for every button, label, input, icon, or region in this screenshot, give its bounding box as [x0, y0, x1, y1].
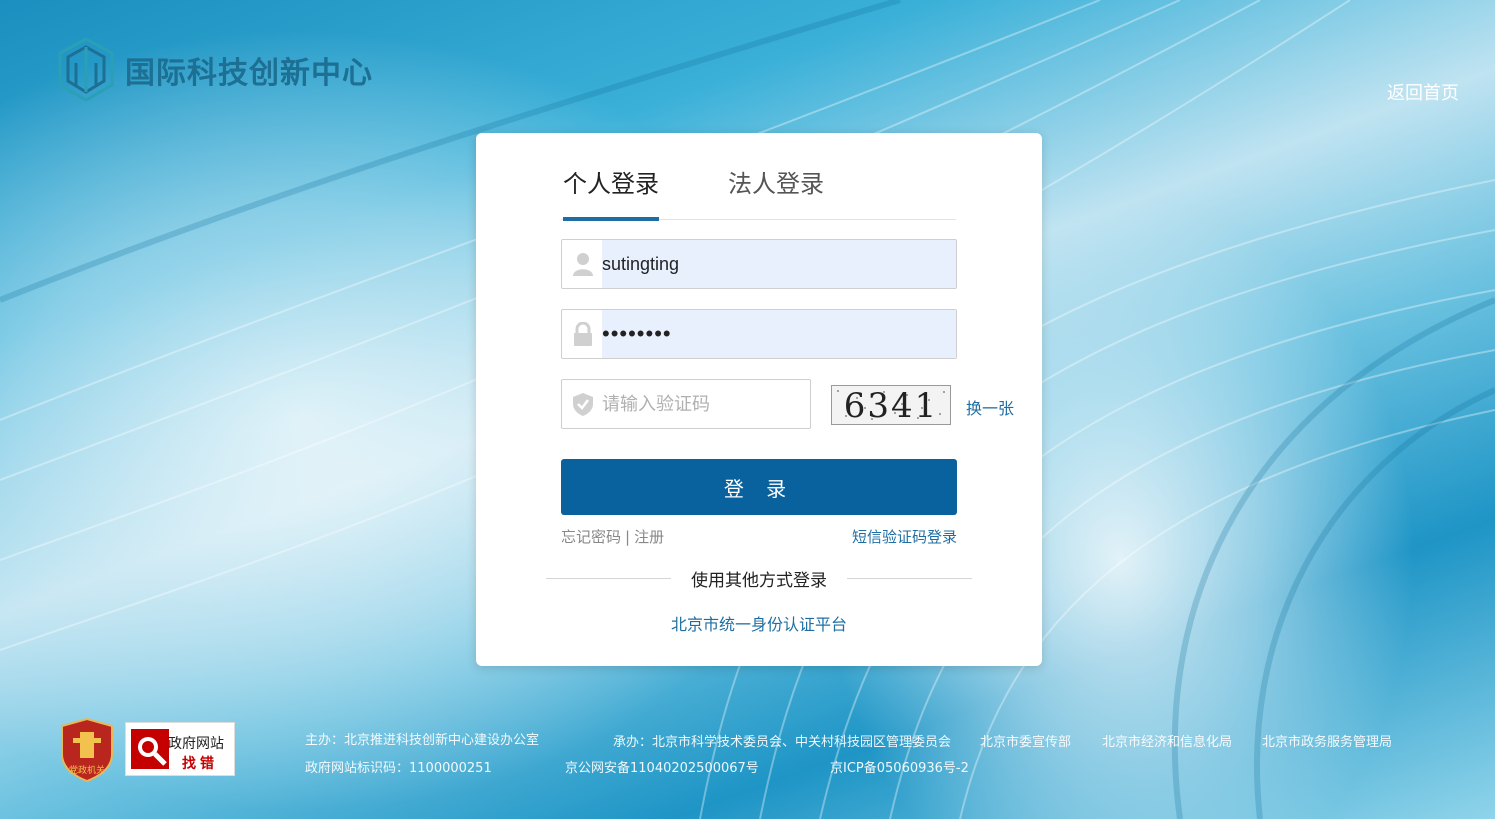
divider-line-right — [847, 578, 972, 579]
password-field — [561, 309, 957, 359]
party-badge-text: 党政机关 — [69, 764, 105, 776]
footer-dept-publicity[interactable]: 北京市委宣传部 — [980, 731, 1071, 750]
username-input[interactable] — [602, 240, 956, 288]
captcha-field — [561, 379, 811, 429]
link-separator: | — [625, 528, 631, 546]
footer-host: 主办：北京推进科技创新中心建设办公室 — [305, 733, 540, 748]
party-government-badge[interactable]: 党政机关 — [60, 718, 114, 782]
auxiliary-links: 忘记密码 | 注册 短信验证码登录 — [561, 526, 957, 547]
login-card: 个人登录 法人登录 sutingting •••••••• 请输入验证码 634… — [476, 133, 1042, 666]
gov-badge-line2: 找错 — [182, 756, 218, 772]
register-link[interactable]: 注册 — [634, 528, 664, 546]
forgot-password-link[interactable]: 忘记密码 — [561, 528, 621, 546]
lock-icon — [574, 322, 592, 346]
footer-dept-economy[interactable]: 北京市经济和信息化局 — [1102, 731, 1232, 750]
shield-check-icon — [573, 393, 593, 416]
gov-site-error-report-badge[interactable]: 政府网站 找错 — [125, 722, 235, 776]
password-input[interactable] — [602, 310, 956, 358]
other-methods-divider: 使用其他方式登录 — [546, 566, 972, 591]
captcha-image[interactable]: 6341 — [831, 385, 951, 425]
active-tab-indicator — [563, 217, 659, 221]
logo-cube-icon — [58, 37, 114, 102]
login-tabs: 个人登录 法人登录 — [561, 161, 956, 221]
tab-legal-person-login[interactable]: 法人登录 — [728, 164, 824, 199]
footer-dept-services[interactable]: 北京市政务服务管理局 — [1262, 731, 1392, 750]
logo-text: 国际科技创新中心 — [125, 56, 373, 91]
user-icon — [573, 253, 593, 276]
refresh-captcha-link[interactable]: 换一张 — [966, 395, 1014, 419]
site-logo[interactable]: 国际科技创新中心 — [57, 37, 373, 103]
username-field — [561, 239, 957, 289]
sms-login-link[interactable]: 短信验证码登录 — [852, 526, 957, 547]
unified-auth-link[interactable]: 北京市统一身份认证平台 — [476, 611, 1042, 635]
login-button[interactable]: 登 录 — [561, 459, 957, 515]
footer-icp-record[interactable]: 京ICP备05060936号-2 — [830, 757, 969, 776]
tab-personal-login[interactable]: 个人登录 — [563, 164, 659, 199]
captcha-input[interactable] — [602, 380, 802, 428]
footer-site-id: 政府网站标识码：1100000251 — [305, 761, 492, 776]
footer-police-record[interactable]: 京公网安备11040202500067号 — [565, 757, 759, 776]
captcha-text: 6341 — [843, 386, 939, 425]
gov-badge-line1: 政府网站 — [168, 736, 224, 752]
magnifier-icon — [131, 729, 169, 769]
home-link[interactable]: 返回首页 — [1387, 79, 1459, 105]
footer: 党政机关 政府网站 找错 主办：北京推进科技创新中心建设办公室 承办：北京市科学… — [0, 715, 1495, 795]
footer-organizer: 承办：北京市科学技术委员会、中关村科技园区管理委员会 — [613, 735, 952, 750]
